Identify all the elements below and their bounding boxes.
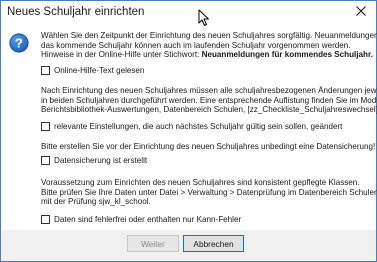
checkbox-data-valid[interactable]: Daten sind fehlerfrei oder enthalten nur…	[41, 214, 241, 225]
title-bar: Neues Schuljahr einrichten	[1, 1, 376, 27]
hint-paragraph-classes: Voraussetzung zum Einrichten des neuen S…	[41, 178, 377, 207]
close-button[interactable]	[346, 1, 376, 23]
dialog-window: Neues Schuljahr einrichten ? Wählen Sie …	[0, 0, 377, 262]
text-line: Voraussetzung zum Einrichten des neuen S…	[41, 178, 360, 187]
button-bar: Weiter Abbrechen	[1, 230, 376, 261]
text-line: Wählen Sie den Zeitpunkt der Einrichtung…	[41, 31, 377, 40]
text-line: Nach Einrichtung des neuen Schuljahres m…	[41, 86, 377, 95]
hint-paragraph-schedule: Wählen Sie den Zeitpunkt der Einrichtung…	[41, 31, 377, 60]
hint-paragraph-backup: Bitte erstellen Sie vor der Einrichtung …	[41, 142, 376, 152]
text-line: Bitte erstellen Sie vor der Einrichtung …	[41, 142, 376, 151]
checkbox-settings-changed[interactable]: relevante Einstellungen, die auch nächst…	[41, 121, 342, 132]
text-line: das kommende Schuljahr können auch im la…	[41, 40, 351, 50]
hint-paragraph-changes: Nach Einrichtung des neuen Schuljahres m…	[41, 86, 377, 115]
dialog-content: ? Wählen Sie den Zeitpunkt der Einrichtu…	[1, 27, 377, 206]
help-keyword: Neuanmeldungen für kommendes Schuljahr.	[201, 50, 373, 60]
checkbox-box[interactable]	[41, 122, 50, 131]
checkbox-box[interactable]	[41, 215, 50, 224]
checkbox-box[interactable]	[41, 156, 50, 165]
text-line: Berichtsbibliothek-Auswertungen, Datenbe…	[41, 105, 377, 115]
checkbox-label: Datensicherung ist erstellt	[54, 156, 148, 165]
text-line: Bitte prüfen Sie Ihre Daten unter Datei …	[41, 187, 377, 197]
info-question-icon: ?	[9, 33, 29, 53]
next-button[interactable]: Weiter	[127, 235, 179, 252]
checkbox-box[interactable]	[41, 66, 50, 75]
text-fragment: Hinweise in der Online-Hilfe unter Stich…	[41, 50, 202, 60]
close-icon	[356, 3, 366, 21]
checkbox-label: Online-Hilfe-Text gelesen	[54, 66, 145, 75]
mouse-pointer-icon	[198, 9, 210, 27]
window-title: Neues Schuljahr einrichten	[7, 6, 145, 18]
svg-text:?: ?	[15, 36, 23, 51]
checkbox-label: relevante Einstellungen, die auch nächst…	[54, 122, 343, 131]
text-line: in beiden Schuljahren durchgeführt werde…	[41, 95, 377, 105]
text-line: Hinweise in der Online-Hilfe unter Stich…	[41, 50, 373, 60]
checkbox-help-read[interactable]: Online-Hilfe-Text gelesen	[41, 65, 144, 76]
cancel-button[interactable]: Abbrechen	[183, 235, 244, 252]
text-line: mit der Prüfung sjw_kl_school.	[41, 197, 151, 207]
checkbox-backup-created[interactable]: Datensicherung ist erstellt	[41, 155, 147, 166]
checkbox-label: Daten sind fehlerfrei oder enthalten nur…	[54, 215, 242, 224]
